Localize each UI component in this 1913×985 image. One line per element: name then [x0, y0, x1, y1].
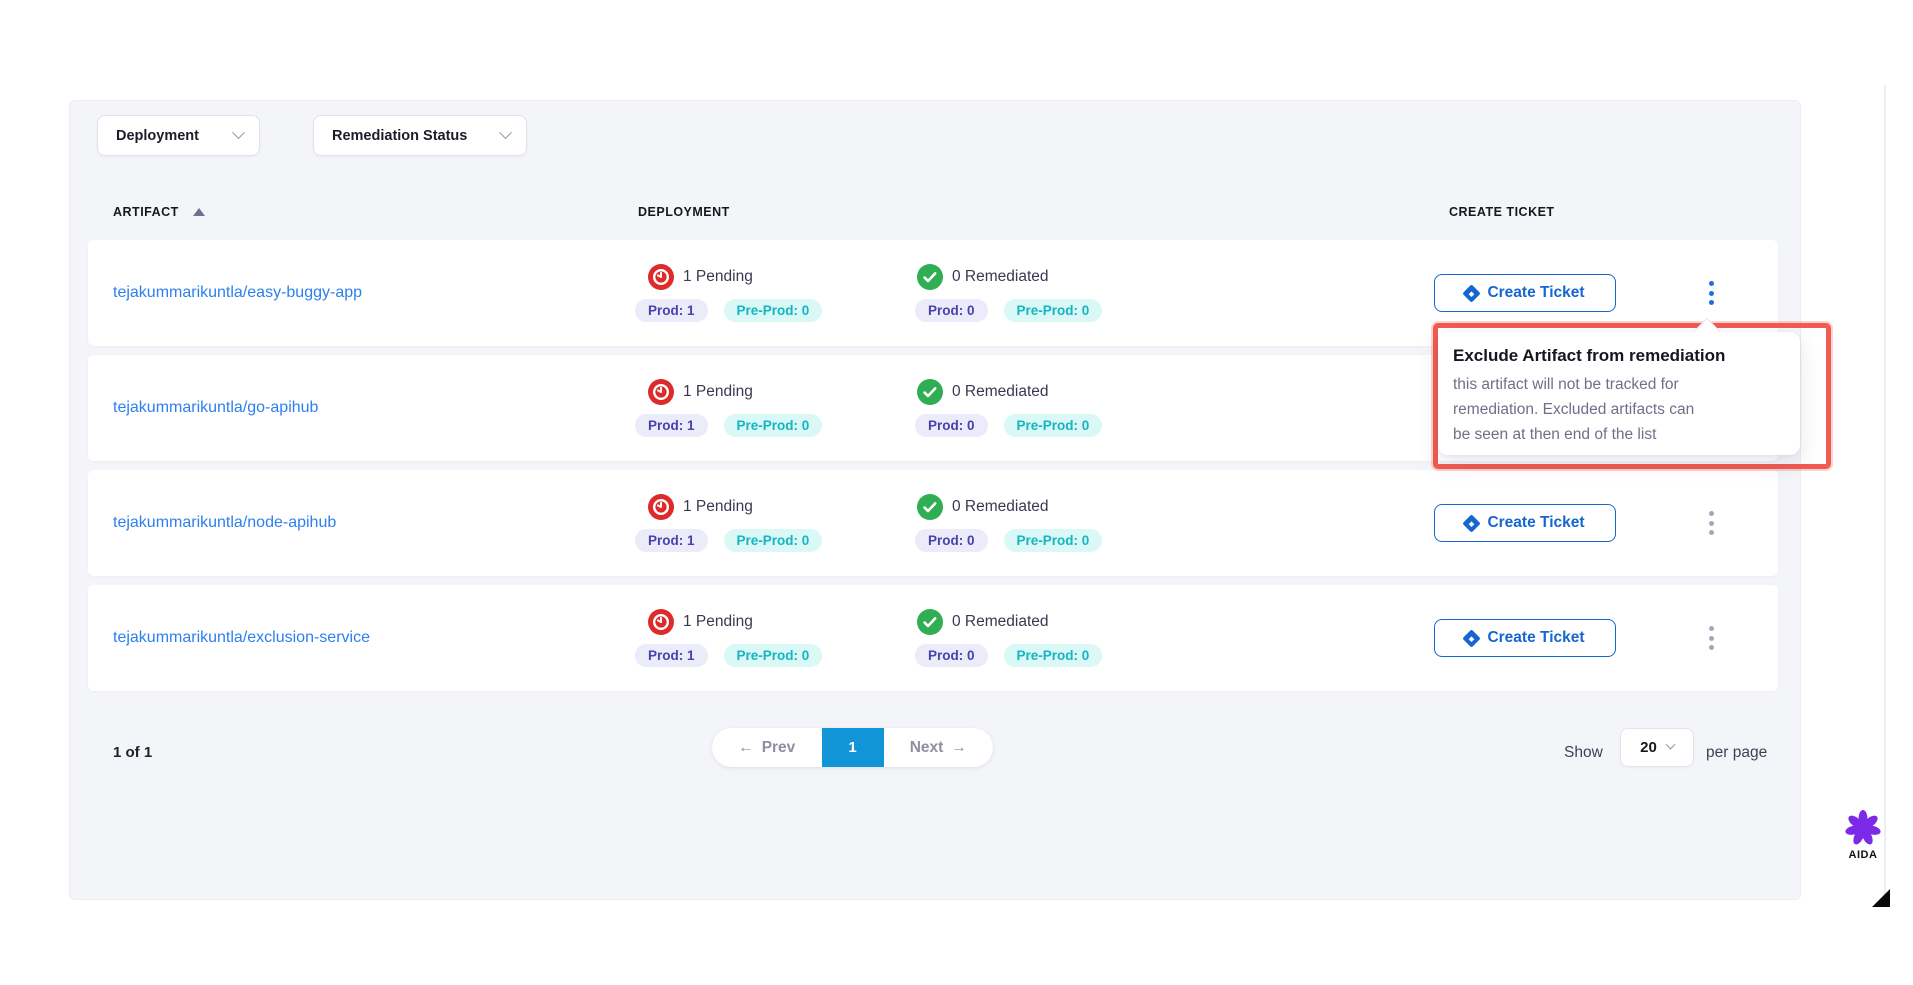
left-arrow-icon: ←: [738, 739, 754, 757]
remediated-group: 0 Remediated Prod: 0 Pre-Prod: 0: [915, 264, 1102, 322]
remediated-check-icon: [917, 379, 943, 405]
resize-corner-icon: [1872, 889, 1890, 907]
artifact-link[interactable]: tejakummarikuntla/go-apihub: [113, 399, 318, 417]
column-header-create-ticket: CREATE TICKET: [1449, 205, 1555, 219]
deployment-filter-dropdown[interactable]: Deployment: [97, 115, 260, 156]
preprod-badge: Pre-Prod: 0: [724, 414, 823, 437]
prod-badge: Prod: 0: [915, 644, 988, 667]
page-size-value: 20: [1640, 739, 1657, 756]
preprod-badge: Pre-Prod: 0: [1004, 299, 1103, 322]
tooltip-title: Exclude Artifact from remediation: [1438, 332, 1800, 366]
row-actions-kebab-icon[interactable]: [1705, 622, 1718, 654]
remediated-check-icon: [917, 494, 943, 520]
chevron-down-icon: [232, 126, 245, 139]
tooltip-body-line: be seen at then end of the list: [1453, 422, 1800, 447]
row-actions-kebab-icon[interactable]: [1705, 507, 1718, 539]
remediated-check-icon: [917, 609, 943, 635]
create-ticket-label: Create Ticket: [1487, 514, 1584, 532]
create-ticket-button[interactable]: Create Ticket: [1434, 504, 1616, 542]
create-ticket-button[interactable]: Create Ticket: [1434, 274, 1616, 312]
prod-badge: Prod: 1: [635, 299, 708, 322]
pending-clock-icon: [648, 379, 674, 405]
remediated-check-icon: [917, 264, 943, 290]
pending-group: 1 Pending Prod: 1 Pre-Prod: 0: [635, 609, 822, 667]
column-header-artifact[interactable]: ARTIFACT: [113, 205, 205, 219]
prev-label: Prev: [762, 739, 796, 757]
create-ticket-button[interactable]: Create Ticket: [1434, 619, 1616, 657]
prev-page-button[interactable]: ← Prev: [712, 728, 822, 767]
pagination-control: ← Prev 1 Next →: [712, 728, 993, 767]
pending-clock-icon: [648, 264, 674, 290]
remediated-group: 0 Remediated Prod: 0 Pre-Prod: 0: [915, 494, 1102, 552]
pending-group: 1 Pending Prod: 1 Pre-Prod: 0: [635, 379, 822, 437]
pending-count: 1 Pending: [683, 383, 753, 401]
artifact-link[interactable]: tejakummarikuntla/easy-buggy-app: [113, 284, 362, 302]
deployment-filter-label: Deployment: [116, 128, 199, 144]
create-ticket-label: Create Ticket: [1487, 629, 1584, 647]
aida-label: AIDA: [1849, 849, 1878, 861]
prod-badge: Prod: 0: [915, 299, 988, 322]
tooltip-body: this artifact will not be tracked for re…: [1438, 366, 1800, 447]
remediated-count: 0 Remediated: [952, 383, 1049, 401]
artifact-header-label: ARTIFACT: [113, 205, 179, 219]
next-label: Next: [910, 739, 944, 757]
page-summary: 1 of 1: [113, 744, 152, 761]
pending-count: 1 Pending: [683, 268, 753, 286]
artifact-link[interactable]: tejakummarikuntla/exclusion-service: [113, 629, 370, 647]
ticket-diamond-icon: [1463, 629, 1481, 647]
per-page-label: per page: [1706, 744, 1767, 762]
preprod-badge: Pre-Prod: 0: [724, 644, 823, 667]
remediated-group: 0 Remediated Prod: 0 Pre-Prod: 0: [915, 609, 1102, 667]
preprod-badge: Pre-Prod: 0: [1004, 529, 1103, 552]
next-page-button[interactable]: Next →: [884, 728, 994, 767]
pending-clock-icon: [648, 609, 674, 635]
remediated-count: 0 Remediated: [952, 498, 1049, 516]
table-row: tejakummarikuntla/node-apihub 1 Pending …: [88, 470, 1778, 576]
pending-group: 1 Pending Prod: 1 Pre-Prod: 0: [635, 494, 822, 552]
pending-count: 1 Pending: [683, 498, 753, 516]
remediation-status-filter-label: Remediation Status: [332, 128, 467, 144]
ticket-diamond-icon: [1463, 514, 1481, 532]
show-label: Show: [1564, 744, 1603, 762]
tooltip-body-line: remediation. Excluded artifacts can: [1453, 397, 1800, 422]
ticket-diamond-icon: [1463, 284, 1481, 302]
column-header-deployment: DEPLOYMENT: [638, 205, 730, 219]
right-arrow-icon: →: [951, 739, 967, 757]
exclude-artifact-tooltip: Exclude Artifact from remediation this a…: [1438, 332, 1800, 455]
sort-ascending-icon: [193, 208, 205, 216]
artifact-link[interactable]: tejakummarikuntla/node-apihub: [113, 514, 336, 532]
current-page-indicator[interactable]: 1: [822, 728, 884, 767]
preprod-badge: Pre-Prod: 0: [1004, 414, 1103, 437]
scrollbar-track-line: [1884, 85, 1886, 905]
remediated-group: 0 Remediated Prod: 0 Pre-Prod: 0: [915, 379, 1102, 437]
remediation-status-filter-dropdown[interactable]: Remediation Status: [313, 115, 527, 156]
create-ticket-label: Create Ticket: [1487, 284, 1584, 302]
prod-badge: Prod: 1: [635, 644, 708, 667]
pending-group: 1 Pending Prod: 1 Pre-Prod: 0: [635, 264, 822, 322]
aida-assistant-widget[interactable]: AIDA: [1843, 810, 1883, 861]
pending-count: 1 Pending: [683, 613, 753, 631]
prod-badge: Prod: 1: [635, 529, 708, 552]
tooltip-body-line: this artifact will not be tracked for: [1453, 372, 1800, 397]
pending-clock-icon: [648, 494, 674, 520]
prod-badge: Prod: 0: [915, 414, 988, 437]
preprod-badge: Pre-Prod: 0: [724, 529, 823, 552]
table-row: tejakummarikuntla/exclusion-service 1 Pe…: [88, 585, 1778, 691]
row-actions-kebab-icon[interactable]: [1705, 277, 1718, 309]
remediated-count: 0 Remediated: [952, 613, 1049, 631]
chevron-down-icon: [499, 126, 512, 139]
prod-badge: Prod: 0: [915, 529, 988, 552]
prod-badge: Prod: 1: [635, 414, 708, 437]
remediated-count: 0 Remediated: [952, 268, 1049, 286]
preprod-badge: Pre-Prod: 0: [724, 299, 823, 322]
preprod-badge: Pre-Prod: 0: [1004, 644, 1103, 667]
page-size-dropdown[interactable]: 20: [1620, 728, 1694, 767]
aida-flower-icon: [1845, 810, 1881, 846]
chevron-down-icon: [1665, 740, 1675, 750]
